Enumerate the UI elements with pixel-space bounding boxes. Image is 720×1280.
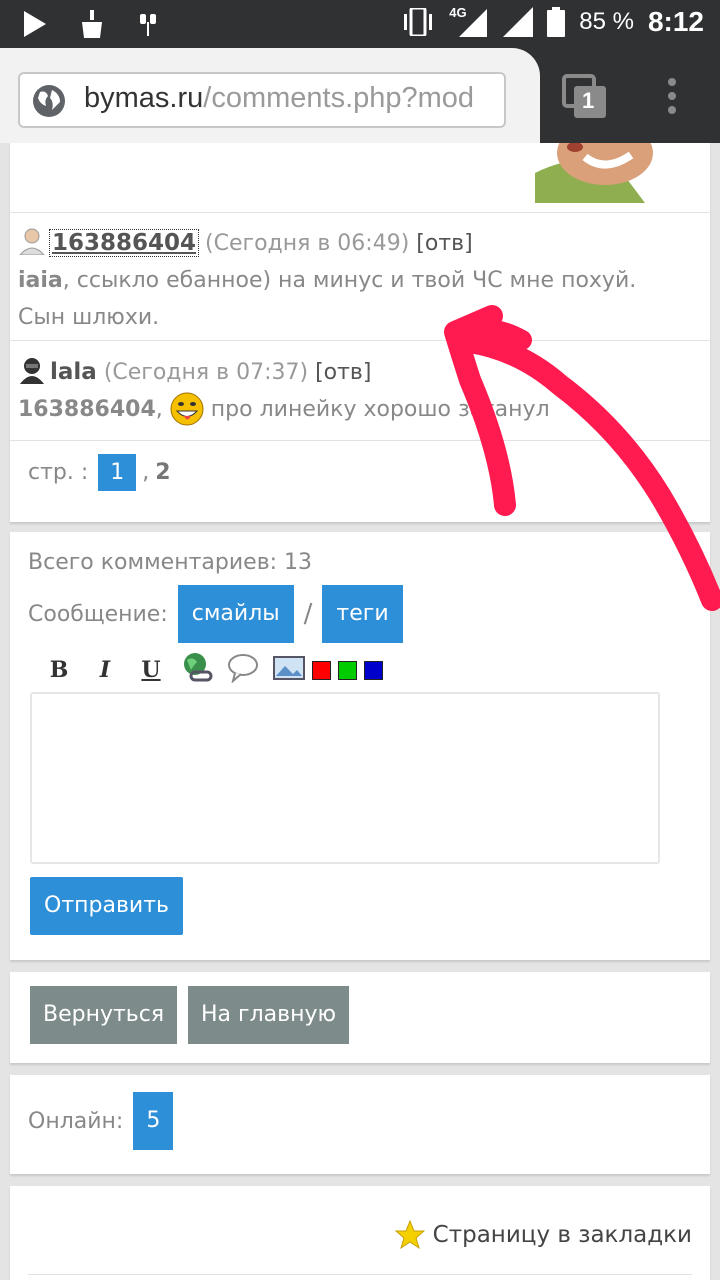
- browser-tab: bymas.ru/comments.php?mod: [0, 48, 540, 143]
- url-text: bymas.ru/comments.php?mod: [84, 82, 474, 115]
- bookmark-link[interactable]: Страницу в закладки: [394, 1220, 692, 1250]
- comment-time: (Сегодня в 06:49): [205, 231, 410, 256]
- divider: [28, 1274, 692, 1275]
- image-button[interactable]: [266, 656, 312, 684]
- tab-count: 1: [582, 88, 595, 113]
- url-path: /comments.php?mod: [203, 82, 475, 114]
- signal-icon-2: [503, 7, 534, 37]
- page-1[interactable]: 1: [98, 454, 137, 491]
- globe-icon: [33, 85, 65, 117]
- online-label: Онлайн:: [28, 1108, 124, 1134]
- speech-bubble-icon: [228, 654, 258, 684]
- star-icon: [394, 1220, 425, 1250]
- smiley-icon: [170, 392, 204, 426]
- comment-item: 163886404 (Сегодня в 06:49) [отв] iaia, …: [18, 225, 698, 336]
- post-image: [535, 143, 687, 203]
- color-red[interactable]: [312, 660, 331, 680]
- address-bar[interactable]: bymas.ru/comments.php?mod: [18, 72, 506, 128]
- divider: [10, 212, 710, 213]
- format-toolbar: B I U: [36, 652, 390, 688]
- clock: 8:12: [647, 6, 704, 37]
- broom-icon: [82, 10, 102, 38]
- submit-button[interactable]: Отправить: [30, 877, 184, 935]
- play-icon: [24, 11, 46, 37]
- link-button[interactable]: [174, 652, 220, 688]
- slash-separator: /: [303, 599, 313, 629]
- comment-text-2: Сын шлюхи.: [18, 305, 160, 330]
- back-button[interactable]: Вернуться: [30, 986, 178, 1044]
- bookmark-card: Страницу в закладки: [10, 1186, 710, 1280]
- pagination-separator: ,: [142, 460, 150, 485]
- reply-link[interactable]: [отв]: [416, 231, 472, 256]
- comment-item: lala (Сегодня в 07:37) [отв] 163886404, …: [18, 354, 698, 428]
- nav-card: Вернуться На главную: [10, 972, 710, 1063]
- divider: [10, 340, 710, 341]
- comments-card: 163886404 (Сегодня в 06:49) [отв] iaia, …: [10, 143, 710, 522]
- mention-link[interactable]: iaia: [18, 268, 63, 293]
- link-icon: [184, 653, 213, 682]
- user-avatar-icon: [20, 358, 44, 384]
- status-bar: 4G 85 % 8:12: [0, 0, 720, 48]
- comment-author[interactable]: lala: [50, 359, 97, 385]
- tags-button[interactable]: теги: [322, 585, 403, 643]
- online-count[interactable]: 5: [133, 1092, 174, 1150]
- total-comments: Всего комментариев: 13: [28, 550, 313, 575]
- italic-button[interactable]: I: [82, 657, 128, 683]
- comment-text: про линейку хорошо заганул: [210, 397, 550, 422]
- browser-toolbar: bymas.ru/comments.php?mod 1: [0, 48, 720, 143]
- comment-time: (Сегодня в 07:37): [103, 360, 309, 385]
- user-avatar-icon: [19, 228, 45, 255]
- image-icon: [273, 656, 305, 680]
- signal-icon: [459, 9, 488, 37]
- bookmark-label: Страницу в закладки: [432, 1222, 692, 1248]
- comment-author[interactable]: 163886404: [48, 229, 200, 257]
- comment-form-card: Всего комментариев: 13 Сообщение: смайлы…: [10, 532, 710, 960]
- page-content: 163886404 (Сегодня в 06:49) [отв] iaia, …: [0, 143, 720, 1280]
- pagination: стр. : 1, 2: [28, 454, 171, 491]
- tabs-button[interactable]: 1: [562, 74, 608, 120]
- color-green[interactable]: [338, 660, 357, 680]
- divider: [10, 440, 710, 441]
- quote-button[interactable]: [220, 653, 266, 687]
- online-card: Онлайн: 5: [10, 1075, 710, 1174]
- vibrate-icon: [404, 8, 433, 36]
- headphone-icon: [140, 14, 156, 36]
- home-button[interactable]: На главную: [188, 986, 350, 1044]
- battery-percent: 85 %: [579, 8, 634, 35]
- message-textarea[interactable]: [30, 692, 660, 864]
- overflow-menu-icon[interactable]: [658, 78, 686, 118]
- comment-text: , ссыкло ебанное) на минус и твой ЧС мне…: [62, 268, 637, 293]
- color-blue[interactable]: [364, 660, 383, 680]
- pagination-label: стр. :: [28, 460, 89, 485]
- underline-button[interactable]: U: [128, 657, 174, 683]
- page-2[interactable]: 2: [155, 460, 170, 485]
- reply-link[interactable]: [отв]: [315, 360, 371, 385]
- message-label: Сообщение:: [28, 601, 168, 627]
- smiles-button[interactable]: смайлы: [177, 585, 294, 643]
- bold-button[interactable]: B: [36, 657, 82, 683]
- url-host: bymas.ru: [84, 82, 204, 114]
- mention-link[interactable]: 163886404: [18, 397, 156, 422]
- battery-icon: [547, 7, 566, 37]
